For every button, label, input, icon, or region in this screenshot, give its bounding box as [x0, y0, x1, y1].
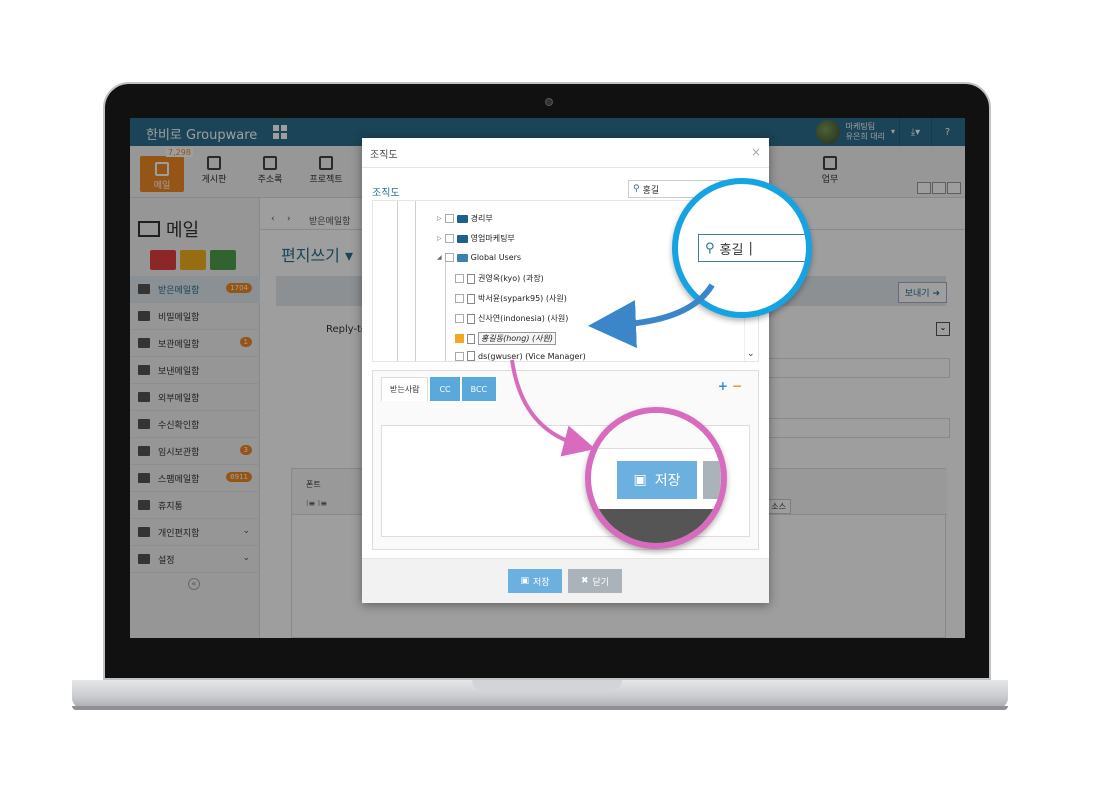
org-chart-label: 조직도	[372, 188, 400, 199]
zoom-panel-top	[591, 413, 721, 449]
checkbox[interactable]	[444, 253, 454, 262]
dialog-footer: ▣ 저장 ✖ 닫기	[362, 558, 769, 603]
save-icon: ▣	[633, 472, 647, 488]
tab-to[interactable]: 받는사람	[381, 377, 429, 401]
tree-node-dept[interactable]: ▷ 경리부	[437, 213, 493, 224]
document-icon	[467, 313, 475, 324]
folder-icon	[456, 234, 468, 243]
save-icon: ▣	[520, 576, 529, 586]
search-icon: ⚲	[705, 240, 715, 256]
folder-open-icon	[456, 253, 468, 262]
dialog-header: 조직도 ×	[362, 138, 769, 168]
tree-node-user[interactable]: 권영옥(kyo) (과장)	[455, 273, 544, 284]
checkbox[interactable]	[455, 351, 464, 361]
document-icon	[467, 273, 475, 284]
search-icon: ⚲	[633, 184, 640, 194]
checkbox[interactable]	[455, 274, 464, 283]
tree-node-dept[interactable]: ▷ 영업마케팅부	[437, 233, 515, 244]
close-button[interactable]: ✖ 닫기	[568, 569, 622, 593]
tab-bcc[interactable]: BCC	[461, 377, 497, 401]
add-remove-controls: + −	[718, 379, 742, 393]
checkbox[interactable]	[444, 234, 454, 243]
checkbox-checked[interactable]	[455, 334, 464, 343]
close-icon[interactable]: ×	[751, 145, 761, 159]
tree-line	[397, 201, 398, 361]
save-button[interactable]: ▣ 저장	[508, 569, 562, 593]
zoom-save-button: ▣ 저장	[617, 461, 697, 499]
tree-node-user[interactable]: ds(gwuser) (Vice Manager)	[455, 351, 586, 361]
document-icon	[467, 351, 475, 361]
tab-cc[interactable]: CC	[430, 377, 460, 401]
zoom-search-input: ⚲ 홍길 |	[698, 234, 806, 262]
tree-node-user-selected[interactable]: 홍길동(hong) (사원)	[455, 332, 556, 345]
tree-line	[445, 257, 446, 361]
checkbox[interactable]	[455, 294, 464, 303]
document-icon	[467, 293, 475, 304]
zoom-search-callout: ⚲ 홍길 |	[672, 178, 812, 318]
close-icon: ✖	[580, 576, 589, 586]
dialog-title: 조직도	[370, 150, 398, 161]
laptop-base-shadow	[72, 706, 1008, 710]
checkbox[interactable]	[444, 214, 454, 223]
chevron-down-icon: ⌄	[747, 349, 755, 359]
folder-icon	[456, 214, 468, 223]
document-icon	[467, 333, 475, 344]
tree-line	[415, 201, 416, 361]
laptop-stage: 한비로 Groupware 마케팅팀 유은희 대리 ▾ ⤓▾ ? 메일 7,298…	[0, 0, 1095, 800]
recipient-tabs: 받는사람 CC BCC	[381, 377, 497, 401]
zoom-close-button	[703, 461, 721, 499]
zoom-save-callout: ▣ 저장	[585, 407, 727, 549]
camera-dot	[545, 98, 553, 106]
checkbox[interactable]	[455, 314, 464, 323]
plus-icon[interactable]: +	[718, 379, 728, 393]
laptop-notch	[472, 680, 622, 690]
minus-icon[interactable]: −	[732, 379, 742, 393]
tree-node-user[interactable]: 박서윤(sypark95) (사원)	[455, 293, 567, 304]
tree-node-group[interactable]: ◢ Global Users	[437, 253, 521, 262]
tree-node-user[interactable]: 신사연(indonesia) (사원)	[455, 313, 568, 324]
